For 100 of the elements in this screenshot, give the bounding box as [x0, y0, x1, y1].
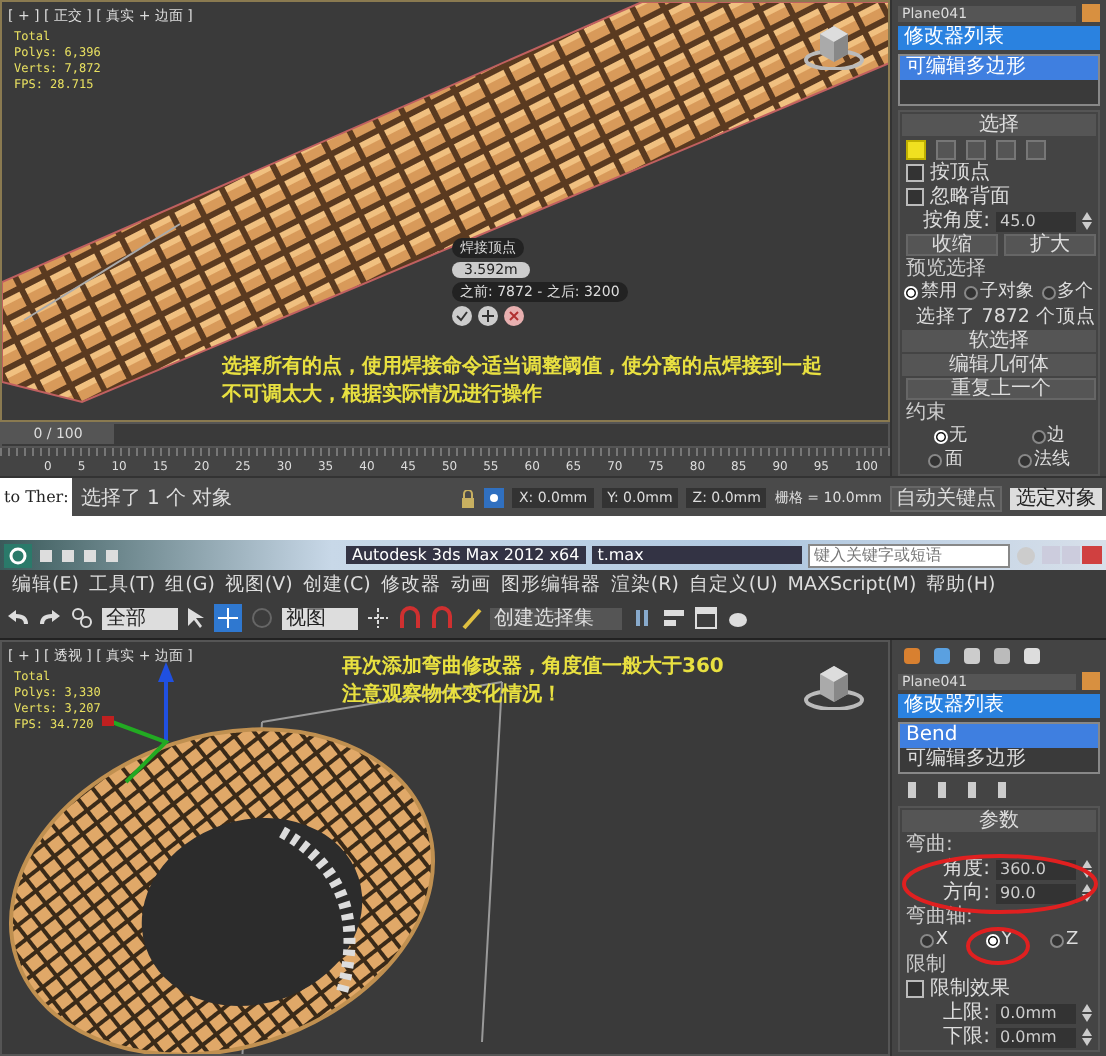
- rollout-header[interactable]: 软选择: [902, 330, 1096, 352]
- radio-label: 无: [949, 426, 967, 448]
- lock-icon: [460, 489, 477, 507]
- window-controls-icon: [1042, 546, 1102, 564]
- spinner-label: 下限:: [943, 1026, 990, 1048]
- annotation-circle: [964, 926, 1032, 966]
- window-title: Autodesk 3ds Max 2012 x64: [346, 546, 586, 564]
- spinner-field[interactable]: 0.0mm: [996, 1027, 1076, 1047]
- radio-label: 面: [944, 450, 963, 472]
- menu-item[interactable]: 图形编辑器: [496, 571, 605, 597]
- subobject-button[interactable]: [906, 139, 926, 159]
- selection-filter-dropdown[interactable]: 全部: [102, 607, 178, 629]
- pivot-icon: [366, 606, 390, 630]
- redo-icon: [38, 608, 62, 628]
- prompt-text: 选择了 1 个 对象: [80, 485, 235, 512]
- spinner-label: 方向:: [943, 882, 990, 904]
- panel-button[interactable]: 扩大: [1004, 234, 1096, 256]
- file-name: t.max: [591, 546, 802, 564]
- radio-button[interactable]: [1049, 934, 1064, 948]
- menu-item[interactable]: 创建(C): [298, 571, 375, 597]
- key-mode-dropdown[interactable]: 选定对象: [1010, 487, 1102, 509]
- status-text: to Ther:: [0, 478, 73, 518]
- reference-coordinate-dropdown[interactable]: 视图: [282, 607, 358, 629]
- app-logo-icon: [4, 543, 32, 567]
- align-icon: [662, 606, 686, 630]
- spinner-arrows-icon: [1082, 212, 1092, 230]
- menu-item[interactable]: 编辑(E): [8, 571, 83, 597]
- radio-button[interactable]: [1041, 286, 1056, 300]
- group-label: 限制: [904, 954, 948, 976]
- spinner-label: 按角度:: [923, 210, 990, 232]
- magnet-icon: [398, 606, 422, 630]
- spinner-arrows-icon: [1082, 1028, 1092, 1046]
- color-swatch[interactable]: [1082, 672, 1100, 690]
- group-label: 预览选择: [904, 258, 988, 280]
- radio-button[interactable]: [1031, 430, 1045, 444]
- stack-item[interactable]: Bend: [900, 724, 1098, 748]
- modifier-list-dropdown[interactable]: 修改器列表: [898, 26, 1100, 50]
- grid-line-icon: [22, 222, 182, 322]
- plus-icon: [478, 306, 498, 326]
- caption-text: 不可调太大，根据实际情况进行操作: [222, 382, 542, 410]
- move-icon: [214, 604, 242, 632]
- auto-key-button[interactable]: 自动关键点: [890, 485, 1002, 511]
- transform-mode-icon: [484, 488, 505, 508]
- undo-icon: [6, 608, 30, 628]
- checkbox-label: 限制效果: [930, 978, 1010, 1000]
- pencil-icon: [462, 606, 482, 630]
- spinner-field[interactable]: 0.0mm: [996, 1003, 1076, 1023]
- menu-item[interactable]: 自定义(U): [684, 571, 782, 597]
- menu-item[interactable]: 动画: [446, 571, 495, 597]
- panel-button[interactable]: 收缩: [906, 234, 998, 256]
- spinner-field[interactable]: 45.0: [996, 211, 1076, 231]
- menu-item[interactable]: 视图(V): [220, 571, 297, 597]
- selection-info: 选择了 7872 个顶点: [913, 306, 1096, 328]
- modifier-list-dropdown[interactable]: 修改器列表: [898, 694, 1100, 718]
- panel-button[interactable]: 重复上一个: [906, 378, 1096, 400]
- rollout-header[interactable]: 编辑几何体: [902, 354, 1096, 376]
- rollout-header[interactable]: 选择: [902, 114, 1096, 136]
- spinner-field[interactable]: 360.0: [996, 859, 1076, 879]
- stack-item[interactable]: 可编辑多边形: [900, 748, 1098, 772]
- checkbox[interactable]: [906, 188, 924, 206]
- magnet-icon: [430, 606, 454, 630]
- menu-item[interactable]: 渲染(R): [606, 571, 683, 597]
- menu-item[interactable]: 修改器: [376, 571, 445, 597]
- radio-label: 法线: [1033, 450, 1070, 472]
- checkbox[interactable]: [906, 164, 924, 182]
- color-swatch[interactable]: [1082, 4, 1100, 22]
- radio-button[interactable]: [963, 286, 978, 300]
- spinner-arrows-icon: [1082, 860, 1092, 878]
- check-icon: [452, 306, 472, 326]
- checkbox-label: 忽略背面: [930, 186, 1010, 208]
- radio-label: Z: [1065, 930, 1079, 952]
- rollout-header[interactable]: 参数: [902, 810, 1096, 832]
- spinner-label: 上限:: [943, 1002, 990, 1024]
- caption-text: 选择所有的点，使用焊接命令适当调整阈值，使分离的点焊接到一起: [222, 354, 822, 382]
- menu-item[interactable]: 帮助(H): [922, 571, 1000, 597]
- link-icon: [70, 606, 94, 630]
- menu-item[interactable]: 组(G): [161, 571, 219, 597]
- radio-label: X: [935, 930, 949, 952]
- radio-button[interactable]: [919, 934, 934, 948]
- radio-label: 禁用: [920, 282, 957, 304]
- radio-button[interactable]: [928, 454, 943, 468]
- stack-item[interactable]: 可编辑多边形: [900, 56, 1098, 80]
- spinner-arrows-icon: [1082, 884, 1092, 902]
- caption-text: 再次添加弯曲修改器，角度值一般大于360: [342, 654, 724, 682]
- checkbox[interactable]: [906, 980, 924, 998]
- radio-button[interactable]: [1017, 454, 1032, 468]
- radio-label: 多个: [1057, 282, 1094, 304]
- checkbox-label: 按顶点: [930, 162, 990, 184]
- radio-label: 子对象: [979, 282, 1034, 304]
- menu-item[interactable]: MAXScript(M): [783, 573, 921, 595]
- menu-item[interactable]: 工具(T): [84, 571, 160, 597]
- spinner-field[interactable]: 90.0: [996, 883, 1076, 903]
- group-label: 弯曲:: [904, 834, 955, 856]
- cursor-icon: [186, 606, 206, 630]
- spinner-arrows-icon: [1082, 1004, 1092, 1022]
- search-field[interactable]: 键入关键字或短语: [808, 543, 1010, 567]
- radio-label: 边: [1047, 426, 1065, 448]
- group-label: 约束: [904, 402, 948, 424]
- window-icon: [694, 606, 718, 630]
- named-selection-dropdown[interactable]: 创建选择集: [490, 607, 622, 629]
